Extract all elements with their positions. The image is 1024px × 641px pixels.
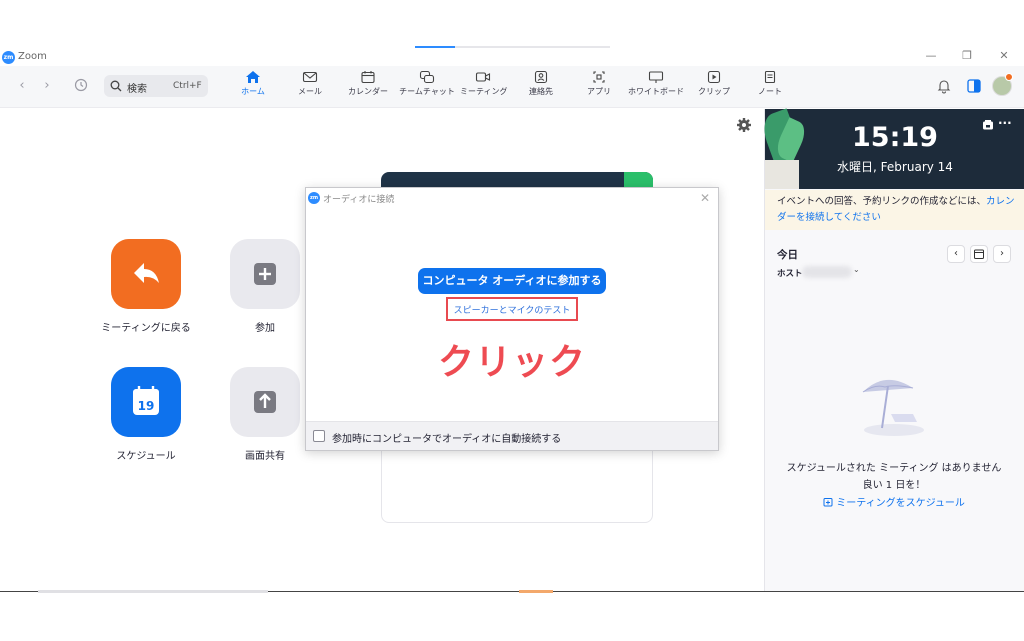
clock-time: 15:19 [852,122,938,153]
no-meetings-text: スケジュールされた ミーティング はありません [786,463,1002,474]
dialog-zoom-logo-icon: zm [308,192,320,204]
tab-team-chat-label: チームチャット [399,87,455,96]
return-to-meeting-button[interactable] [111,239,181,309]
home-icon [246,71,260,83]
whiteboard-icon [648,71,664,83]
tab-clips[interactable]: クリップ [697,70,731,104]
video-icon [475,72,491,82]
app-title: Zoom [18,51,47,62]
search-icon [110,80,122,92]
auto-join-audio-checkbox[interactable] [313,430,325,442]
schedule-button[interactable]: 19 [111,367,181,437]
bell-icon[interactable] [936,78,952,94]
calendar-icon [974,249,984,259]
plus-icon [254,263,276,285]
return-to-meeting-label: ミーティングに戻る [101,323,191,334]
tab-apps[interactable]: アプリ [583,70,615,104]
panel-toggle-icon[interactable] [966,78,982,94]
notes-icon [764,70,776,84]
search-shortcut: Ctrl+F [173,81,202,91]
close-window-button[interactable]: ✕ [994,49,1014,63]
chat-icon [419,70,435,84]
tab-team-chat[interactable]: チームチャット [398,70,456,104]
next-day-button[interactable]: › [993,245,1011,263]
search-label: 検索 [127,84,147,95]
tab-whiteboard-label: ホワイトボード [628,87,684,96]
taskbar-strip [38,590,268,593]
tab-mail[interactable]: メール [292,70,328,104]
dialog-title: オーディオに接続 [323,195,395,205]
test-speaker-mic-link[interactable]: スピーカーとマイクのテスト [446,303,578,316]
zoom-logo-icon: zm [2,51,15,64]
tab-apps-label: アプリ [587,87,611,96]
have-a-nice-day-text: 良い 1 日を！ [862,480,926,491]
contacts-icon [534,70,548,84]
schedule-meeting-link[interactable]: ミーティングをスケジュール [780,494,1008,509]
taskbar-accent [519,590,553,593]
tab-calendar-label: カレンダー [348,87,388,96]
chevron-down-icon[interactable]: ⌄ [853,265,860,274]
tab-home-label: ホーム [241,87,265,96]
join-button[interactable] [230,239,300,309]
dialog-close-button[interactable]: ✕ [698,191,712,205]
plant-pot-decoration [765,160,799,189]
today-label: 今日 [777,249,798,261]
share-up-arrow-icon [254,391,276,413]
tab-mail-label: メール [298,87,322,96]
calendar-plus-icon [823,498,833,507]
tab-contacts[interactable]: 連絡先 [523,70,559,104]
host-name-redacted [802,266,852,278]
tab-calendar[interactable]: カレンダー [345,70,391,104]
notice-text: イベントへの回答、予約リンクの作成などには、 [777,196,987,207]
prev-day-button[interactable]: ‹ [947,245,965,263]
auto-join-audio-label: 参加時にコンピュータでオーディオに自動接続する [332,434,562,445]
background-image-icon[interactable] [982,119,994,131]
schedule-meeting-label: ミーティングをスケジュール [836,498,965,509]
return-arrow-icon [134,263,159,283]
click-annotation: クリック [437,342,586,383]
tab-clips-label: クリップ [698,87,730,96]
back-button[interactable]: ‹ [15,78,29,94]
join-label: 参加 [255,323,275,334]
tab-contacts-label: 連絡先 [529,87,553,96]
schedule-label: スケジュール [116,451,176,462]
tab-whiteboard[interactable]: ホワイトボード [628,70,684,104]
history-button[interactable] [74,78,88,94]
tab-notes[interactable]: ノート [755,70,785,104]
clips-icon [707,70,721,84]
share-screen-label: 画面共有 [245,451,285,462]
tab-meetings[interactable]: ミーティング [460,70,508,104]
calendar-picker-button[interactable] [970,245,988,263]
mail-icon [302,71,318,83]
more-options-button[interactable]: ··· [998,116,1012,130]
calendar-notice-text: イベントへの回答、予約リンクの作成などには、カレンダーを接続してください [777,194,1017,226]
share-screen-button[interactable] [230,367,300,437]
forward-button[interactable]: › [40,78,54,94]
history-icon [74,78,88,92]
tab-home[interactable]: ホーム [236,70,270,104]
beach-umbrella-icon [862,379,924,436]
host-label: ホスト [777,269,803,279]
status-dot [1005,73,1013,81]
restore-button[interactable]: ❐ [957,49,977,63]
calendar-icon [361,71,375,84]
tab-notes-label: ノート [758,87,782,96]
join-computer-audio-button[interactable]: コンピュータ オーディオに参加する [418,268,606,294]
tab-meetings-label: ミーティング [460,87,508,96]
apps-icon [593,71,605,83]
calendar-day-number: 19 [138,399,155,413]
minimize-button[interactable]: — [921,49,941,63]
gear-icon[interactable] [736,117,752,133]
title-bar [0,48,1024,66]
clock-date: 水曜日, February 14 [837,160,953,174]
calendar-19-icon: 19 [133,386,159,415]
